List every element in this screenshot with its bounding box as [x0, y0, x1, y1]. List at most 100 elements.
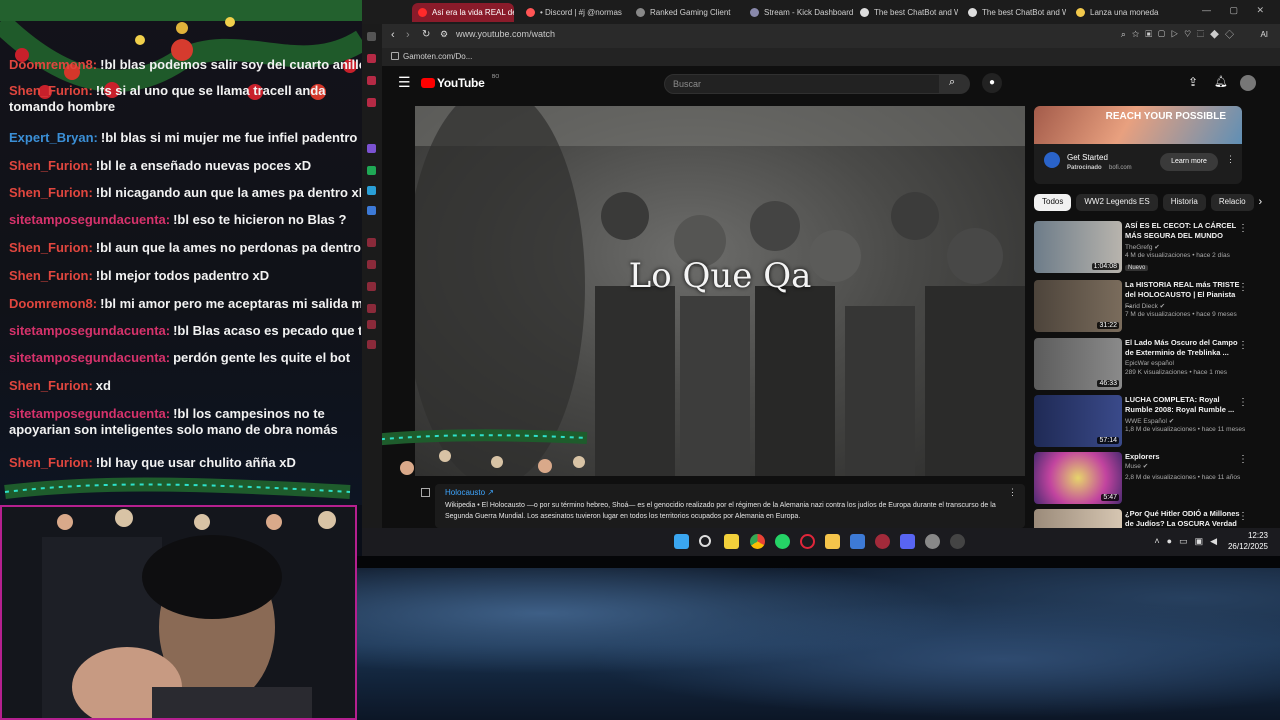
more-options-icon[interactable]: ⋮ [1238, 511, 1248, 522]
reload-icon[interactable]: ↻ [422, 29, 430, 40]
chat-message: sitetamposegundacuenta: !bl los campesino… [9, 406, 361, 438]
tab-youtube[interactable]: Así era la vida REAL de lo [412, 3, 514, 22]
more-options-icon[interactable]: ⋮ [1238, 340, 1248, 351]
chat-text: !bl le a enseñado nuevas poces xD [95, 158, 312, 173]
chat-username: Shen_Furion: [9, 455, 93, 470]
chat-text: perdón gente les quite el bot [173, 350, 351, 365]
tab-ranked-gaming[interactable]: Ranked Gaming Client [630, 3, 740, 22]
recommended-video[interactable]: 1:04:08 ASÍ ES EL CECOT: LA CÁRCEL MÁS S… [1034, 221, 1270, 275]
chat-text: xd [95, 378, 111, 393]
forward-icon[interactable]: › [406, 29, 410, 41]
settings-icon[interactable] [367, 340, 376, 349]
bookmark-item[interactable]: Gamoten.com/Do... [403, 52, 472, 61]
youtube-logo-icon[interactable] [421, 78, 435, 88]
sidebar-icon[interactable] [367, 54, 376, 63]
opera-icon[interactable] [800, 534, 815, 549]
sidebar-icon[interactable] [367, 320, 376, 329]
chevron-right-icon[interactable]: › [1259, 194, 1263, 212]
video-thumbnail [1034, 509, 1122, 528]
more-options-icon[interactable]: ⋮ [1238, 223, 1248, 234]
clock-time[interactable]: 12:23 [1248, 531, 1268, 540]
notifications-icon[interactable]: 🔔︎ [1214, 75, 1228, 88]
tab-chatbot-1[interactable]: The best ChatBot and W [854, 3, 958, 22]
wiki-link[interactable]: Holocausto ↗ [445, 488, 1015, 497]
site-info-icon[interactable]: ⚙ [440, 29, 448, 40]
recommended-video[interactable]: 57:14 LUCHA COMPLETA: Royal Rumble 2008:… [1034, 395, 1270, 449]
sidebar-icon[interactable] [367, 76, 376, 85]
file-explorer-icon[interactable] [825, 534, 840, 549]
video-thumbnail: 31:22 [1034, 280, 1122, 332]
chat-text: !bl aun que la ames no perdonas pa dentr… [95, 240, 361, 255]
learn-more-button[interactable]: Learn more [1160, 153, 1218, 171]
microphone-icon[interactable]: ● [982, 73, 1002, 93]
chat-username: sitetamposegundacuenta: [9, 406, 171, 421]
obs-icon[interactable] [950, 534, 965, 549]
more-options-icon[interactable]: ⋮ [1008, 487, 1017, 498]
recommended-video[interactable]: ¿Por Qué Hitler ODIÓ a Millones de Judío… [1034, 509, 1270, 528]
chrome-icon[interactable] [750, 534, 765, 549]
store-icon[interactable] [850, 534, 865, 549]
chip-related[interactable]: Relacio [1210, 194, 1254, 211]
sponsored-ad[interactable]: REACH YOUR POSSIBLE Get Started Patrocin… [1034, 106, 1242, 184]
search-input[interactable]: Buscar [664, 74, 940, 94]
upload-icon[interactable]: ⇪ [1188, 75, 1198, 89]
sidebar-icon[interactable] [367, 282, 376, 291]
youtube-tab-icon [418, 8, 427, 17]
recommended-video[interactable]: 31:22 La HISTORIA REAL más TRISTE del HO… [1034, 280, 1270, 334]
sidebar-icon[interactable] [367, 238, 376, 247]
chip-all[interactable]: Todos [1034, 194, 1072, 211]
recommended-video[interactable]: 5:47 Explorers Muse ✔ 2,8 M de visualiza… [1034, 452, 1270, 506]
windows-start-icon[interactable] [674, 534, 689, 549]
tab-coin-flip[interactable]: Lanza una moneda [1070, 3, 1174, 22]
chat-text: !bl mejor todos padentro xD [95, 268, 270, 283]
tab-label: • Discord | #j @normas- [540, 8, 622, 17]
window-controls: — ▢ ✕ [1201, 5, 1272, 15]
more-options-icon[interactable]: ⋮ [1238, 282, 1248, 293]
chip-historia[interactable]: Historia [1162, 194, 1206, 211]
wikipedia-info-panel: Holocausto ↗ Wikipedia • El Holocausto —… [421, 484, 1025, 528]
ad-title: Get Started [1067, 153, 1108, 162]
avatar[interactable] [1240, 75, 1256, 91]
ai-button[interactable]: AI [1260, 30, 1268, 39]
windows-taskbar: ˄●▭▣◀ 12:23 26/12/2025 [362, 528, 1280, 556]
chat-username: Shen_Furion: [9, 185, 93, 200]
stream-chat-overlay: Doomremon8: !bl blas podemos salir soy de… [0, 0, 362, 505]
app-icon[interactable] [875, 534, 890, 549]
sidebar-icon[interactable] [367, 304, 376, 313]
chat-text: !bl blas si mi mujer me fue infiel paden… [100, 130, 361, 145]
video-player[interactable]: Lo Que Qa [415, 106, 1025, 476]
tab-discord[interactable]: • Discord | #j @normas- [520, 3, 622, 22]
christmas-garland-decoration [382, 429, 588, 475]
search-icon[interactable] [699, 535, 711, 547]
recommended-video[interactable]: 46:33 El Lado Más Oscuro del Campo de Ex… [1034, 338, 1270, 392]
more-options-icon[interactable]: ⋮ [1238, 454, 1248, 465]
kick-tab-icon [750, 8, 759, 17]
sidebar-icon[interactable] [367, 206, 376, 215]
clock-date[interactable]: 26/12/2025 [1228, 542, 1268, 551]
browser-sidebar [362, 24, 382, 528]
youtube-logo[interactable]: YouTube [437, 76, 485, 90]
tab-kick-dashboard[interactable]: Stream - Kick Dashboard [744, 3, 854, 22]
discord-icon[interactable] [900, 534, 915, 549]
chip-ww2-legends[interactable]: WW2 Legends ES [1076, 194, 1158, 211]
sidebar-icon[interactable] [367, 32, 376, 41]
sidebar-icon[interactable] [367, 98, 376, 107]
more-options-icon[interactable]: ⋮ [1226, 154, 1235, 165]
back-icon[interactable]: ‹ [391, 29, 395, 41]
notes-app-icon[interactable] [724, 534, 739, 549]
channel-name: WWE Español ✔ [1125, 418, 1175, 425]
whatsapp-icon[interactable] [367, 166, 376, 175]
more-options-icon[interactable]: ⋮ [1238, 397, 1248, 408]
video-meta: 2,8 M de visualizaciones • hace 11 años [1125, 474, 1241, 481]
sidebar-icon[interactable] [367, 260, 376, 269]
menu-icon[interactable]: ☰ [398, 74, 411, 91]
tab-chatbot-2[interactable]: The best ChatBot and W [962, 3, 1066, 22]
url-text[interactable]: www.youtube.com/watch [456, 29, 555, 39]
app-icon[interactable] [925, 534, 940, 549]
telegram-icon[interactable] [367, 186, 376, 195]
twitch-icon[interactable] [367, 144, 376, 153]
search-button[interactable]: ⌕ [940, 74, 970, 94]
tab-label: Lanza una moneda [1090, 8, 1159, 17]
whatsapp-icon[interactable] [775, 534, 790, 549]
info-icon [421, 488, 430, 497]
